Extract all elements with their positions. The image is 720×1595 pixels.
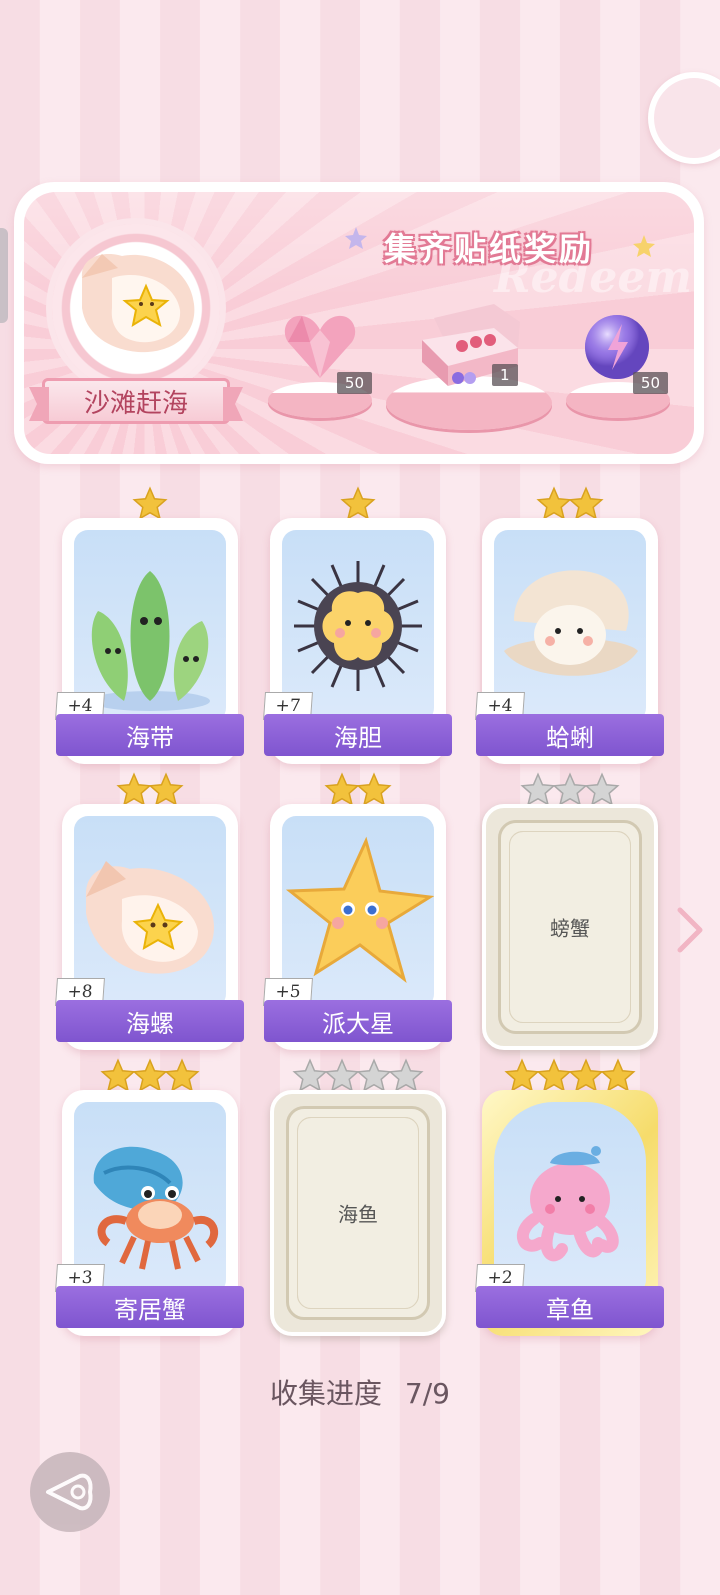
grey-star-icon (552, 772, 588, 806)
gold-star-icon (148, 772, 184, 806)
card-name: 螃蟹 (550, 916, 590, 941)
card-name: 蛤蜊 (476, 714, 664, 756)
grey-star-icon (520, 772, 556, 806)
gold-star-icon (568, 486, 604, 520)
card-name: 海鱼 (338, 1202, 378, 1227)
gold-star-icon (536, 486, 572, 520)
sticker-card-starfish[interactable]: +5 派大星 (263, 772, 452, 1058)
grey-star-icon (388, 1058, 424, 1092)
reward-banner: Redeem 集齐贴纸奖励 50 1 50 沙滩赶海 (14, 182, 704, 464)
reward-count: 50 (632, 372, 668, 394)
gold-star-icon (340, 486, 376, 520)
sticker-card-conch[interactable]: +8 海螺 (55, 772, 244, 1058)
card-name: 派大星 (264, 1000, 452, 1042)
gold-star-icon (324, 772, 360, 806)
collection-progress: 收集进度 7/9 (0, 1372, 720, 1412)
grey-star-icon (584, 772, 620, 806)
side-drawer-handle[interactable] (0, 228, 8, 323)
back-button[interactable] (30, 1452, 110, 1532)
top-right-menu-button[interactable] (648, 72, 720, 164)
sticker-card-crab-locked[interactable]: 螃蟹 (482, 772, 658, 1058)
reward-item-giftbox[interactable]: 1 (386, 300, 552, 430)
progress-label: 收集进度 (270, 1377, 383, 1410)
event-medallion (52, 224, 220, 392)
card-name: 寄居蟹 (56, 1286, 244, 1328)
gold-star-icon (164, 1058, 200, 1092)
back-arrow-icon (46, 1473, 93, 1511)
sticker-card-fish-locked[interactable]: 海鱼 (270, 1058, 446, 1344)
event-name-ribbon: 沙滩赶海 (42, 378, 230, 424)
reward-item-orb[interactable]: 50 (566, 312, 670, 418)
sticker-card-octopus[interactable]: +2 章鱼 (475, 1058, 664, 1344)
gold-star-icon (536, 1058, 572, 1092)
conch-star-icon (81, 254, 195, 353)
grey-star-icon (292, 1058, 328, 1092)
progress-value: 7/9 (404, 1377, 450, 1410)
reward-count: 1 (492, 364, 518, 386)
gold-star-icon (100, 1058, 136, 1092)
card-name: 海带 (56, 714, 244, 756)
gold-star-icon (132, 486, 168, 520)
card-name: 海螺 (56, 1000, 244, 1042)
chevron-right-icon[interactable] (676, 906, 704, 954)
sticker-card-hermit-crab[interactable]: +3 寄居蟹 (55, 1058, 244, 1344)
reward-count: 50 (336, 372, 372, 394)
grey-star-icon (356, 1058, 392, 1092)
sticker-card-clam[interactable]: +4 蛤蜊 (475, 486, 664, 772)
lavender-star-icon (345, 227, 367, 249)
reward-item-heart[interactable]: 50 (268, 312, 372, 418)
yellow-star-icon (633, 235, 655, 257)
gold-star-icon (568, 1058, 604, 1092)
banner-title: 集齐贴纸奖励 (384, 230, 595, 268)
gold-star-icon (504, 1058, 540, 1092)
grey-star-icon (324, 1058, 360, 1092)
card-name: 海胆 (264, 714, 452, 756)
gold-star-icon (116, 772, 152, 806)
gold-star-icon (356, 772, 392, 806)
gold-star-icon (600, 1058, 636, 1092)
card-name: 章鱼 (476, 1286, 664, 1328)
gold-star-icon (132, 1058, 168, 1092)
sticker-card-seaweed[interactable]: +4 海带 (55, 486, 244, 772)
sticker-card-sea-urchin[interactable]: +7 海胆 (263, 486, 452, 772)
